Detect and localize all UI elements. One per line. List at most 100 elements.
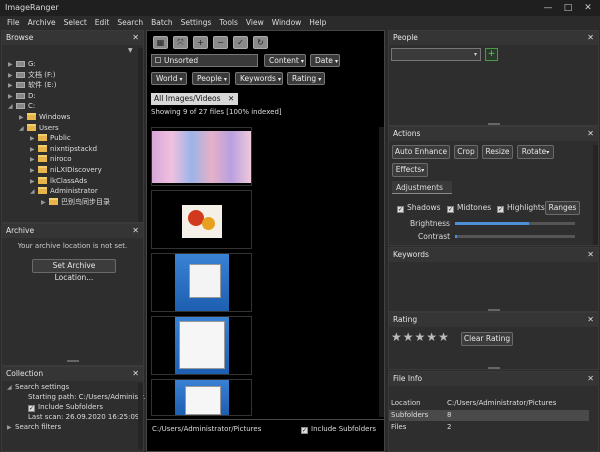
tree-item[interactable]: ▶ Windows <box>19 112 70 122</box>
star-icon[interactable]: ★ <box>415 330 426 344</box>
close-icon[interactable]: ✕ <box>132 367 139 381</box>
chevron-right-icon[interactable]: ▶ <box>19 113 27 123</box>
tree-item[interactable]: ▶ niroco <box>30 154 72 164</box>
tree-scrollbar[interactable] <box>138 48 143 222</box>
tree-item[interactable]: ▶ G: <box>8 59 36 69</box>
panel-resize-grip[interactable] <box>66 360 79 362</box>
chevron-right-icon[interactable]: ▶ <box>8 92 16 102</box>
star-icon[interactable]: ★ <box>426 330 437 344</box>
check-icon[interactable]: ✓ <box>233 36 248 49</box>
tree-item[interactable]: ▶ 软件 (E:) <box>8 80 56 90</box>
close-icon[interactable]: ✕ <box>132 31 139 45</box>
close-icon[interactable]: ✕ <box>587 127 594 141</box>
crop-button[interactable]: Crop <box>454 145 478 159</box>
menu-tools[interactable]: Tools <box>215 16 241 30</box>
checkbox[interactable]: ✓ <box>28 405 35 412</box>
close-icon[interactable]: ✕ <box>587 313 594 327</box>
chevron-right-icon[interactable]: ▶ <box>30 166 38 176</box>
thumbnail-screenshot-1[interactable] <box>151 253 252 312</box>
menu-archive[interactable]: Archive <box>24 16 60 30</box>
tab-adjustments[interactable]: Adjustments <box>392 181 452 194</box>
close-window-button[interactable]: ✕ <box>578 1 598 15</box>
content-dropdown[interactable]: Content <box>264 54 306 67</box>
actions-scrollbar[interactable] <box>593 145 598 245</box>
thumbnail-flowers[interactable] <box>151 190 252 249</box>
chevron-down-icon[interactable]: ◢ <box>30 187 38 197</box>
panel-resize-grip[interactable] <box>487 309 500 311</box>
tree-item[interactable]: ◢ Administrator <box>30 186 98 196</box>
star-icon[interactable]: ★ <box>403 330 414 344</box>
star-rating[interactable]: ★★★★★ <box>391 330 450 344</box>
zoom-in-icon[interactable]: + <box>193 36 208 49</box>
keywords-dropdown[interactable]: Keywords <box>235 72 283 85</box>
maximize-button[interactable]: □ <box>558 1 578 15</box>
highlights-option[interactable]: ✓ Highlights <box>497 203 545 213</box>
menu-search[interactable]: Search <box>113 16 147 30</box>
grid-scrollbar[interactable] <box>379 127 384 417</box>
menu-settings[interactable]: Settings <box>177 16 216 30</box>
thumbnail-screenshot-2[interactable] <box>151 316 252 375</box>
menu-file[interactable]: File <box>3 16 24 30</box>
chevron-right-icon[interactable]: ▶ <box>8 71 16 81</box>
contrast-slider[interactable] <box>455 235 575 238</box>
date-dropdown[interactable]: Date <box>310 54 340 67</box>
close-icon[interactable]: ✕ <box>132 224 139 238</box>
tree-item[interactable]: ▶ 巴别鸟同步目录 <box>41 197 110 207</box>
menu-batch[interactable]: Batch <box>147 16 177 30</box>
add-person-button[interactable]: + <box>485 48 498 61</box>
ranges-button[interactable]: Ranges <box>545 201 580 215</box>
chevron-down-icon[interactable]: ◢ <box>19 124 27 134</box>
menu-select[interactable]: Select <box>60 16 91 30</box>
close-icon[interactable]: ✕ <box>228 93 234 105</box>
close-icon[interactable]: ✕ <box>587 372 594 386</box>
tree-item[interactable]: ▶ niLXIDiscovery <box>30 165 102 175</box>
chevron-right-icon[interactable]: ▶ <box>30 177 38 187</box>
thumbnail-anime[interactable] <box>151 127 252 186</box>
close-icon[interactable]: ✕ <box>587 248 594 262</box>
world-dropdown[interactable]: World <box>151 72 187 85</box>
star-icon[interactable]: ★ <box>391 330 402 344</box>
fit-icon[interactable]: ⤧ <box>173 36 188 49</box>
tree-item[interactable]: ▶ D: <box>8 91 36 101</box>
filter-unsorted[interactable]: Unsorted <box>151 54 258 67</box>
menu-window[interactable]: Window <box>268 16 306 30</box>
clear-rating-button[interactable]: Clear Rating <box>461 332 513 346</box>
auto-enhance-button[interactable]: Auto Enhance <box>392 145 450 159</box>
chevron-right-icon[interactable]: ▶ <box>30 134 38 144</box>
collection-scrollbar[interactable] <box>138 383 143 449</box>
chevron-right-icon[interactable]: ▶ <box>41 198 49 208</box>
panel-resize-grip[interactable] <box>487 367 500 369</box>
tree-item[interactable]: ▶ 文档 (F:) <box>8 70 56 80</box>
star-icon[interactable]: ★ <box>438 330 449 344</box>
zoom-out-icon[interactable]: − <box>213 36 228 49</box>
rotate-button[interactable]: Rotate▾ <box>517 145 554 159</box>
shadows-option[interactable]: ✓ Shadows <box>397 203 441 213</box>
tree-item[interactable]: ◢ Users <box>19 123 59 133</box>
tree-item[interactable]: ◢ C: <box>8 101 35 111</box>
people-select[interactable]: ▾ <box>391 48 481 61</box>
chevron-down-icon[interactable]: ▼ <box>128 47 133 54</box>
include-subfolders-option[interactable]: ✓ Include Subfolders <box>28 402 103 412</box>
people-dropdown[interactable]: People <box>192 72 230 85</box>
chevron-right-icon[interactable]: ▶ <box>8 81 16 91</box>
search-settings-node[interactable]: ◢ Search settings <box>7 382 69 392</box>
chevron-down-icon[interactable]: ◢ <box>8 102 16 112</box>
effects-button[interactable]: Effects▾ <box>392 163 428 177</box>
chevron-right-icon[interactable]: ▶ <box>8 60 16 70</box>
menu-view[interactable]: View <box>242 16 268 30</box>
set-archive-location-button[interactable]: Set Archive Location... <box>32 259 116 282</box>
tab-all-images[interactable]: All Images/Videos ✕ <box>151 93 238 105</box>
minimize-button[interactable]: — <box>538 1 558 15</box>
thumbnail-screenshot-3[interactable] <box>151 379 252 416</box>
checkbox[interactable]: ✓ <box>397 206 404 213</box>
tree-item[interactable]: ▶ nixntipstackd <box>30 144 97 154</box>
panel-resize-grip[interactable] <box>487 123 500 125</box>
resize-button[interactable]: Resize <box>482 145 513 159</box>
refresh-icon[interactable]: ↻ <box>253 36 268 49</box>
include-subfolders-toggle[interactable]: ✓ Include Subfolders <box>301 425 376 434</box>
tree-item[interactable]: ▶ Public <box>30 133 71 143</box>
midtones-option[interactable]: ✓ Midtones <box>447 203 491 213</box>
menu-edit[interactable]: Edit <box>91 16 114 30</box>
chevron-right-icon[interactable]: ▶ <box>30 155 38 165</box>
close-icon[interactable]: ✕ <box>587 31 594 45</box>
